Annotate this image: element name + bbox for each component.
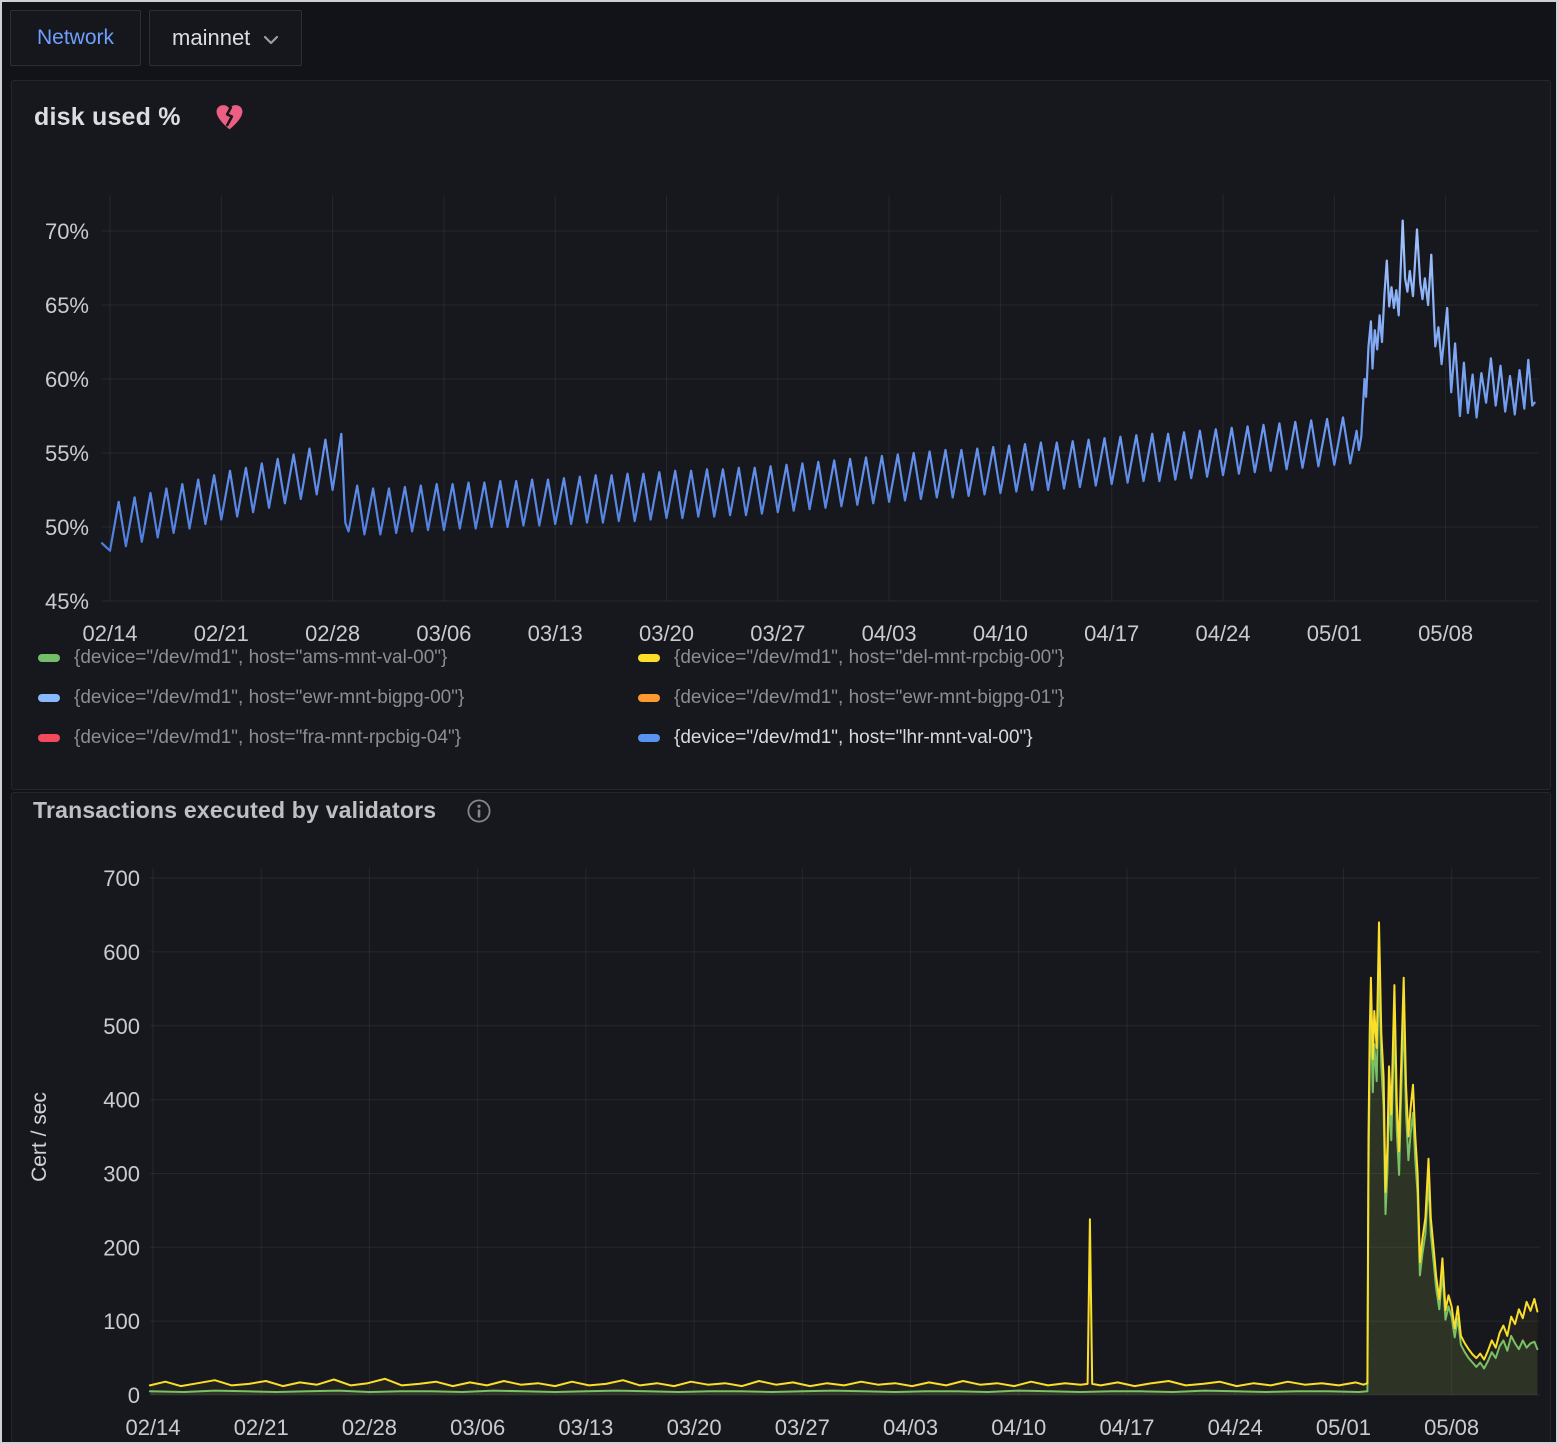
panel-disk-used: disk used % 45% 50% 55% 60% 65% 70% 02/14 02/21… [11,80,1551,790]
series-area-green [150,963,1538,1395]
legend-series-label[interactable]: {device="/dev/md1", host="lhr-mnt-val-00… [674,727,1033,749]
y-axis-tick-label: 60% [45,367,89,392]
x-axis-tick-label: 02/28 [305,621,360,646]
x-axis-tick-label: 02/28 [342,1415,397,1440]
x-axis-tick-label: 02/21 [234,1415,289,1440]
legend-series-label[interactable]: {device="/dev/md1", host="del-mnt-rpcbig… [674,647,1064,669]
x-axis-tick-label: 05/01 [1307,621,1362,646]
x-axis-tick-label: 03/27 [750,621,805,646]
chevron-down-icon [263,35,279,45]
y-axis-tick-label: 45% [45,589,89,614]
x-axis-tick-label: 04/24 [1208,1415,1263,1440]
legend-series-swatch [638,694,660,702]
x-axis-tick-label: 04/24 [1195,621,1250,646]
y-axis-tick-label: 300 [103,1161,140,1186]
y-axis-tick-label: 0 [128,1383,140,1408]
y-axis-title: Cert / sec [28,1092,51,1182]
x-axis-tick-label: 05/08 [1418,621,1473,646]
y-axis-tick-label: 65% [45,293,89,318]
series-area-yellow [150,922,1538,1395]
x-axis-tick-label: 03/06 [416,621,471,646]
legend-item[interactable]: {device="/dev/md1", host="ams-mnt-val-00… [38,647,638,669]
x-axis-tick-label: 02/21 [194,621,249,646]
info-icon[interactable] [466,798,492,824]
panel-transactions: Transactions executed by validators 0 100… [11,792,1551,1444]
legend-item[interactable]: {device="/dev/md1", host="del-mnt-rpcbig… [638,647,1064,669]
panel-title-transactions[interactable]: Transactions executed by validators [33,797,436,824]
x-axis-tick-label: 04/10 [991,1415,1046,1440]
series-line-green [150,963,1538,1392]
dashboard: Network mainnet disk used % 45% 50% 55% 60%… [0,0,1558,1444]
y-axis-tick-label: 700 [103,866,140,891]
series-line-yellow [150,922,1538,1386]
legend-item[interactable]: {device="/dev/md1", host="ewr-mnt-bigpg-… [38,687,638,709]
legend-series-label[interactable]: {device="/dev/md1", host="fra-mnt-rpcbig… [74,727,461,749]
legend-item[interactable]: {device="/dev/md1", host="lhr-mnt-val-00… [638,727,1064,749]
legend-item[interactable]: {device="/dev/md1", host="ewr-mnt-bigpg-… [638,687,1064,709]
x-axis-tick-label: 03/20 [639,621,694,646]
x-axis-tick-label: 03/20 [667,1415,722,1440]
legend-series-swatch [38,694,60,702]
variable-bar: Network mainnet [10,10,302,66]
network-dropdown-value[interactable]: mainnet [172,25,250,51]
legend-series-swatch [638,654,660,662]
legend-series-swatch [38,734,60,742]
x-axis-tick-label: 04/03 [862,621,917,646]
panel-title-disk-used[interactable]: disk used % [34,103,181,132]
y-axis-tick-label: 50% [45,515,89,540]
legend-item[interactable]: {device="/dev/md1", host="fra-mnt-rpcbig… [38,727,638,749]
disk-used-legend: {device="/dev/md1", host="ams-mnt-val-00… [38,647,1064,749]
y-axis-tick-label: 500 [103,1014,140,1039]
y-axis-tick-label: 400 [103,1088,140,1113]
series-line-{device="/dev/md1", host="lhr-mnt-val-00"} [102,221,1535,551]
panel-transactions-header: Transactions executed by validators [33,797,492,824]
network-variable-label: Network [10,10,141,66]
x-axis-tick-label: 03/13 [528,621,583,646]
x-axis-tick-label: 03/27 [775,1415,830,1440]
x-axis-tick-label: 04/10 [973,621,1028,646]
y-axis-tick-label: 600 [103,940,140,965]
x-axis-tick-label: 05/08 [1424,1415,1479,1440]
x-axis-tick-label: 05/01 [1316,1415,1371,1440]
x-axis-tick-label: 03/06 [450,1415,505,1440]
x-axis-tick-label: 02/14 [82,621,137,646]
y-axis-tick-label: 100 [103,1309,140,1334]
y-axis-tick-label: 55% [45,441,89,466]
network-label: Network [11,26,140,50]
x-axis-tick-label: 04/17 [1099,1415,1154,1440]
transactions-chart-canvas[interactable]: 0 100 200 300 400 500 600 700 02/14 02/21 02/28 03/… [12,793,1550,1443]
x-axis-tick-label: 04/03 [883,1415,938,1440]
y-axis-tick-label: 70% [45,219,89,244]
broken-heart-icon [215,104,244,131]
network-dropdown[interactable]: mainnet [149,10,302,66]
x-axis-tick-label: 04/17 [1084,621,1139,646]
legend-series-label[interactable]: {device="/dev/md1", host="ewr-mnt-bigpg-… [74,687,464,709]
y-axis-tick-label: 200 [103,1235,140,1260]
legend-series-label[interactable]: {device="/dev/md1", host="ams-mnt-val-00… [74,647,447,669]
legend-series-swatch [38,654,60,662]
x-axis-tick-label: 02/14 [125,1415,180,1440]
legend-series-label[interactable]: {device="/dev/md1", host="ewr-mnt-bigpg-… [674,687,1064,709]
panel-disk-used-header: disk used % [34,103,244,132]
x-axis-tick-label: 03/13 [558,1415,613,1440]
legend-series-swatch [638,734,660,742]
